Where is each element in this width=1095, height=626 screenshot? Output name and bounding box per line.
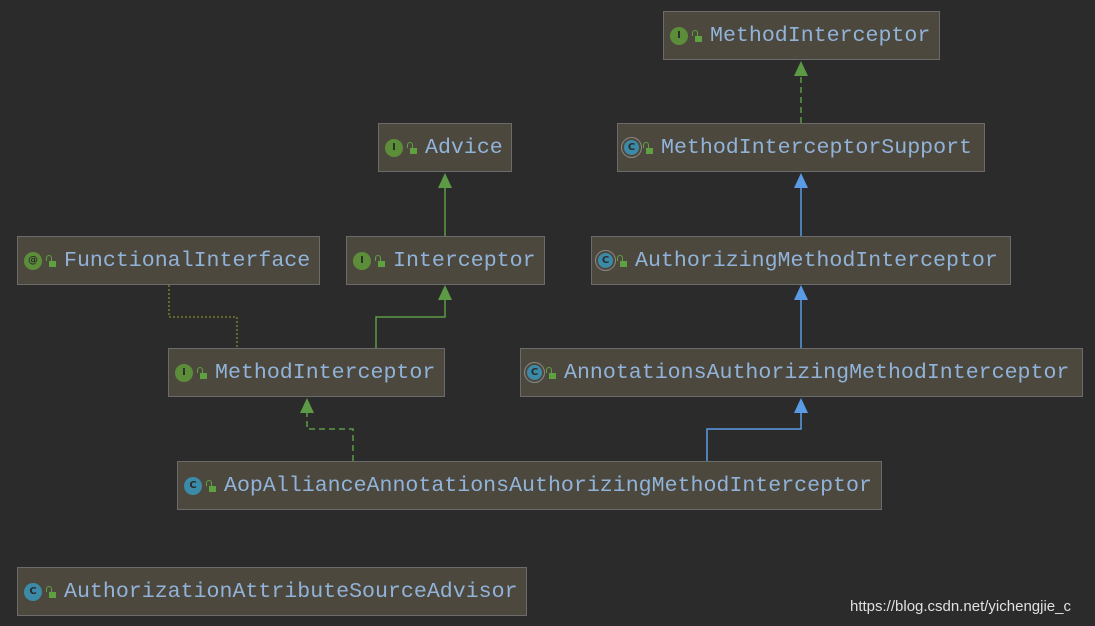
abstract-class-icon: C [624,140,639,155]
node-label: AopAllianceAnnotationsAuthorizingMethodI… [224,473,872,498]
class-icon: C [184,476,202,495]
edge-annotations-to-authorizing [794,285,808,348]
public-lock-icon [375,254,385,267]
public-lock-icon [692,29,702,42]
interface-icon: I [353,251,371,270]
edge-methodinterceptor-to-functionalinterface [168,285,238,348]
arrowhead [794,173,808,188]
public-lock-icon [197,366,207,379]
public-lock-icon [46,254,56,267]
abstract-class-icon: C [598,253,613,268]
public-lock-icon [643,141,653,154]
watermark: https://blog.csdn.net/yichengjie_c [850,598,1071,615]
node-label: MethodInterceptorSupport [661,135,973,160]
node-methodinterceptorsupport[interactable]: C MethodInterceptorSupport [617,123,985,172]
node-annotationsauthorizingmethodinterceptor[interactable]: C AnnotationsAuthorizingMethodInterceptor [520,348,1083,397]
edge-interceptor-to-advice [438,173,452,236]
annotation-icon: @ [24,251,42,270]
abstract-class-icon: C [527,365,542,380]
arrowhead [300,398,314,413]
node-interceptor[interactable]: I Interceptor [346,236,545,285]
public-lock-icon [46,585,56,598]
arrowhead [794,285,808,300]
arrowhead [438,285,452,300]
node-label: FunctionalInterface [64,248,311,273]
node-label: AuthorizingMethodInterceptor [635,248,998,273]
edge-aopalliance-to-methodinterceptor [300,398,354,461]
public-lock-icon [407,141,417,154]
arrowhead [794,61,808,76]
node-advice[interactable]: I Advice [378,123,512,172]
public-lock-icon [206,479,216,492]
node-methodinterceptor[interactable]: I MethodInterceptor [168,348,445,397]
node-label: AnnotationsAuthorizingMethodInterceptor [564,360,1070,385]
edge-aopalliance-to-annotations [706,398,808,461]
node-label: Advice [425,135,503,160]
node-label: AuthorizationAttributeSourceAdvisor [64,579,518,604]
interface-icon: I [175,363,193,382]
node-authorizingmethodinterceptor[interactable]: C AuthorizingMethodInterceptor [591,236,1011,285]
arrowhead [438,173,452,188]
node-authorizationattributesourceadvisor[interactable]: C AuthorizationAttributeSourceAdvisor [17,567,527,616]
edge-authorizing-to-support [794,173,808,236]
edge-support-to-methodinterceptor [794,61,808,123]
interface-icon: I [670,26,688,45]
node-label: Interceptor [393,248,536,273]
node-label: MethodInterceptor [710,23,931,48]
arrowhead [794,398,808,413]
node-aopalliance[interactable]: C AopAllianceAnnotationsAuthorizingMethod… [177,461,882,510]
public-lock-icon [617,254,627,267]
interface-icon: I [385,138,403,157]
edges-layer [168,61,808,461]
node-label: MethodInterceptor [215,360,436,385]
node-functionalinterface[interactable]: @ FunctionalInterface [17,236,320,285]
edge-methodinterceptor-to-interceptor [375,285,452,348]
public-lock-icon [546,366,556,379]
class-icon: C [24,582,42,601]
node-methodinterceptor-top[interactable]: I MethodInterceptor [663,11,940,60]
